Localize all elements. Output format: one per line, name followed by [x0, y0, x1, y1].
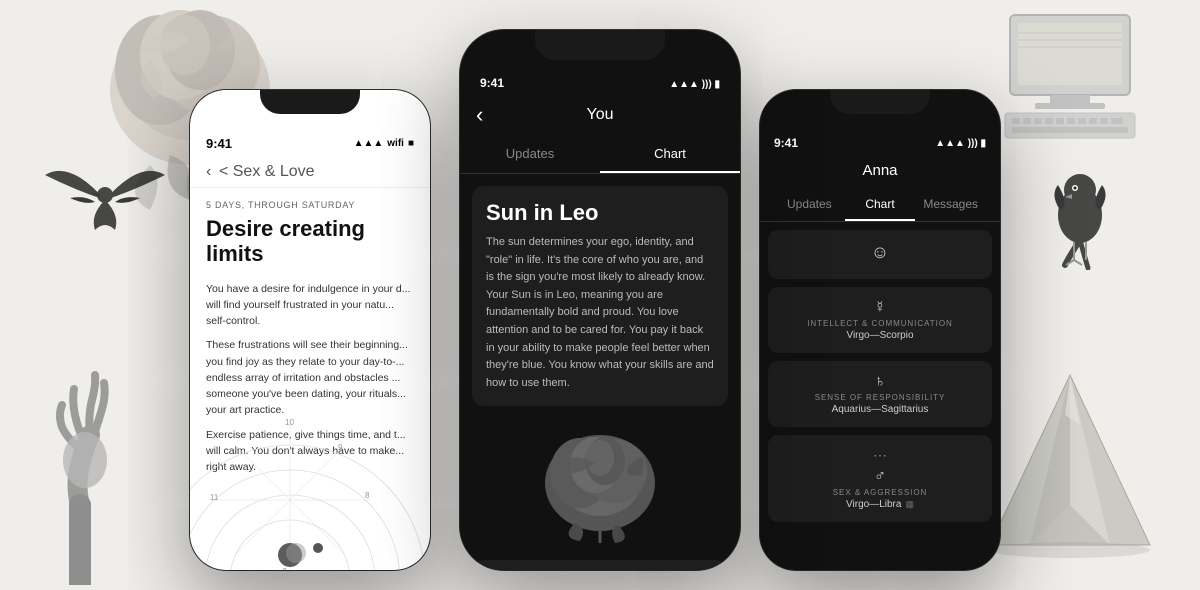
flower-image-area — [472, 418, 728, 548]
chart-area: 10 9 8 11 ♀ — [190, 400, 430, 570]
astro-value-3: Aquarius—Sagittarius — [832, 404, 929, 415]
astro-row-3: ♄ SENSE OF RESPONSIBILITY Aquarius—Sagit… — [768, 361, 992, 427]
astro-symbol-2: ☿ — [874, 299, 886, 317]
bird-decoration — [40, 140, 170, 260]
bird2-decoration — [1030, 150, 1130, 270]
astro-symbol-4: ♂ — [874, 468, 886, 486]
center-flower-svg — [500, 423, 700, 543]
phone-left: 9:41 ▲▲▲ wifi ■ ‹ < Sex & Love 5 DAYS, T… — [190, 90, 430, 570]
right-tabs: Updates Chart Messages — [760, 189, 1000, 222]
hand-decoration — [20, 365, 170, 585]
astro-row-1: ☺ — [768, 230, 992, 279]
sun-leo-card: Sun in Leo The sun determines your ego, … — [472, 186, 728, 406]
right-person-name: Anna — [760, 156, 1000, 189]
svg-text:8: 8 — [365, 491, 370, 500]
left-para1: You have a desire for indulgence in your… — [206, 281, 414, 330]
center-signal: ▲▲▲ ))) ▮ — [669, 79, 720, 90]
left-notch — [260, 90, 360, 114]
right-screen: 9:41 ▲▲▲ ))) ▮ Anna Updates Chart — [760, 90, 1000, 570]
phone-right: 9:41 ▲▲▲ ))) ▮ Anna Updates Chart — [760, 90, 1000, 570]
left-status-icons: ▲▲▲ wifi ■ — [354, 128, 414, 149]
svg-text:11: 11 — [210, 493, 219, 502]
right-tab-updates[interactable]: Updates — [774, 189, 845, 221]
svg-text:10: 10 — [285, 418, 294, 427]
center-content: 9:41 ▲▲▲ ))) ▮ ‹ You Updates Chart — [460, 30, 740, 570]
astro-icon-4: ⋯ — [873, 447, 887, 464]
computer-decoration — [990, 5, 1150, 145]
left-nav[interactable]: ‹ < Sex & Love — [190, 157, 430, 188]
chart-svg: 10 9 8 11 ♀ — [190, 400, 430, 570]
left-screen: 9:41 ▲▲▲ wifi ■ ‹ < Sex & Love 5 DAYS, T… — [190, 90, 430, 570]
astro-row-4: ⋯ ♂ SEX & AGGRESSION Virgo—Libra ▦ — [768, 435, 992, 522]
left-time: 9:41 — [206, 126, 232, 151]
astro-value-2: Virgo—Scorpio — [846, 330, 913, 341]
center-scroll[interactable]: Sun in Leo The sun determines your ego, … — [460, 174, 740, 570]
right-tab-messages[interactable]: Messages — [915, 189, 986, 221]
astro-row-2: ☿ INTELLECT & COMMUNICATION Virgo—Scorpi… — [768, 287, 992, 353]
right-time: 9:41 — [774, 126, 798, 150]
right-notch — [830, 90, 930, 114]
astro-symbol-3: ♄ — [874, 373, 886, 391]
svg-text:9: 9 — [338, 443, 343, 452]
astro-icon-1: ☺ — [871, 242, 889, 263]
center-header: ‹ You — [460, 98, 740, 136]
astro-label-4: SEX & AGGRESSION — [833, 488, 928, 497]
left-title: Desire creating limits — [190, 214, 430, 277]
signal-icon: ▲▲▲ — [354, 138, 384, 149]
right-tab-chart[interactable]: Chart — [845, 189, 916, 221]
sun-leo-title: Sun in Leo — [486, 200, 714, 226]
nav-back-label: < Sex & Love — [219, 163, 315, 180]
right-signal: ▲▲▲ ))) ▮ — [935, 138, 986, 149]
tab-updates[interactable]: Updates — [460, 136, 600, 173]
right-content: 9:41 ▲▲▲ ))) ▮ Anna Updates Chart — [760, 90, 1000, 570]
center-title: You — [587, 106, 614, 124]
center-status-icons: ▲▲▲ ))) ▮ — [669, 68, 720, 90]
left-date: 5 DAYS, THROUGH SATURDAY — [190, 188, 430, 214]
right-scroll[interactable]: ☺ ☿ INTELLECT & COMMUNICATION Virgo—Scor… — [760, 222, 1000, 538]
right-status-icons: ▲▲▲ ))) ▮ — [935, 127, 986, 149]
astro-value-4: Virgo—Libra ▦ — [846, 499, 914, 510]
center-time: 9:41 — [480, 68, 504, 90]
center-screen: 9:41 ▲▲▲ ))) ▮ ‹ You Updates Chart — [460, 30, 740, 570]
center-back-btn[interactable]: ‹ — [476, 102, 483, 128]
moon-scorpio-card: Moon in Scorpio The moon rules your emot… — [472, 560, 728, 570]
svg-text:♀: ♀ — [280, 564, 289, 570]
center-tabs: Updates Chart — [460, 136, 740, 174]
pyramid-decoration — [980, 365, 1160, 565]
center-notch — [535, 30, 665, 60]
astro-label-3: SENSE OF RESPONSIBILITY — [815, 393, 946, 402]
back-chevron: ‹ — [206, 163, 211, 180]
phones-container: 9:41 ▲▲▲ wifi ■ ‹ < Sex & Love 5 DAYS, T… — [210, 30, 990, 570]
tab-chart[interactable]: Chart — [600, 136, 740, 173]
left-content: 9:41 ▲▲▲ wifi ■ ‹ < Sex & Love 5 DAYS, T… — [190, 90, 430, 570]
sun-leo-body: The sun determines your ego, identity, a… — [486, 234, 714, 392]
astro-label-2: INTELLECT & COMMUNICATION — [807, 319, 953, 328]
phone-center: 9:41 ▲▲▲ ))) ▮ ‹ You Updates Chart — [460, 30, 740, 570]
wifi-icon: wifi — [387, 138, 404, 149]
battery-icon: ■ — [408, 138, 414, 149]
